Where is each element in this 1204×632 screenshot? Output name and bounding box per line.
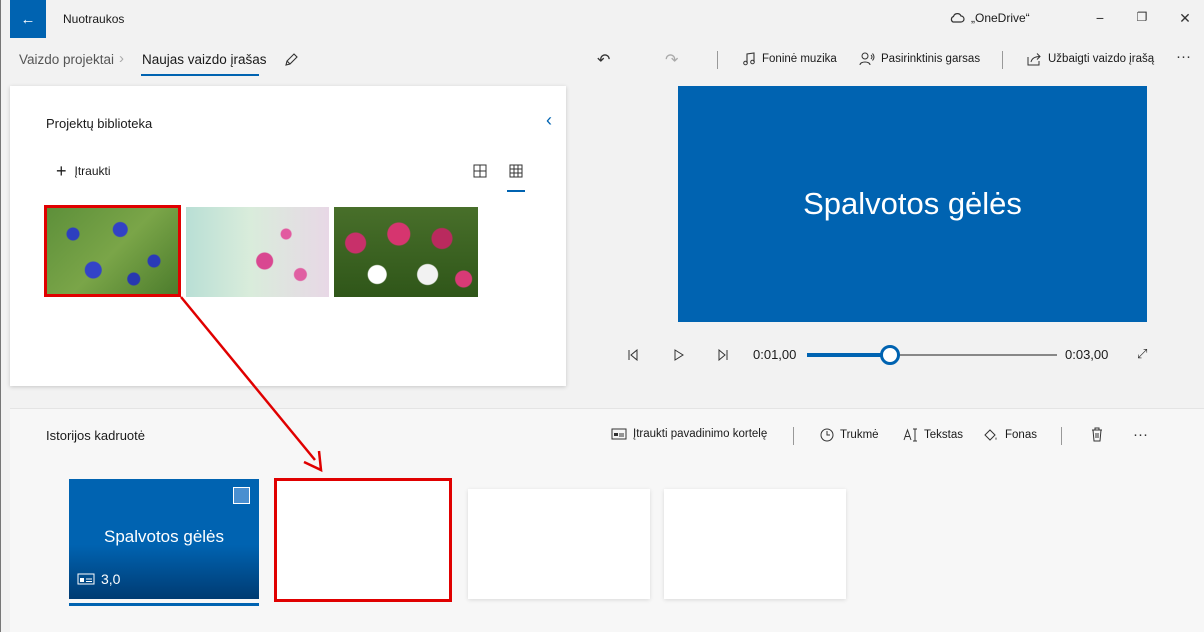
active-view-underline: [507, 190, 525, 192]
person-audio-icon: [859, 52, 875, 66]
pencil-edit-icon[interactable]: [283, 52, 299, 68]
card-duration: 3,0: [77, 571, 120, 587]
duration-label: Trukmė: [840, 429, 879, 441]
card-select-checkbox[interactable]: [233, 487, 250, 504]
preview-title-text: Spalvotos gėlės: [803, 186, 1022, 221]
large-grid-view-icon[interactable]: [473, 164, 487, 178]
minimize-button[interactable]: −: [1090, 10, 1110, 26]
current-time: 0:01,00: [753, 347, 797, 362]
total-time: 0:03,00: [1065, 347, 1109, 362]
text-button[interactable]: Tekstas: [902, 428, 963, 442]
add-media-button[interactable]: + Įtraukti: [56, 161, 111, 181]
add-title-card-button[interactable]: Įtraukti pavadinimo kortelę: [611, 428, 767, 440]
add-media-label: Įtraukti: [74, 164, 111, 178]
breadcrumb-chevron-icon: ›: [119, 50, 124, 67]
selected-card-indicator: [69, 603, 259, 606]
storyboard-empty-slot[interactable]: [664, 489, 846, 599]
redo-icon[interactable]: ↷: [665, 50, 678, 70]
toolbar-separator: [1002, 51, 1003, 69]
duration-button[interactable]: Trukmė: [820, 428, 879, 442]
project-library-title: Projektų biblioteka: [46, 116, 153, 131]
title-card-icon: [611, 428, 627, 440]
plus-icon: +: [56, 161, 67, 181]
seek-slider-handle[interactable]: [879, 345, 900, 365]
toolbar-separator: [717, 51, 718, 69]
onedrive-label: „OneDrive“: [971, 11, 1030, 25]
storyboard-title-card[interactable]: Spalvotos gėlės 3,0: [69, 479, 259, 599]
undo-icon[interactable]: ↶: [597, 50, 610, 70]
fullscreen-icon[interactable]: ⤢: [1137, 346, 1147, 362]
storyboard-title: Istorijos kadruotė: [46, 428, 145, 443]
storyboard-more-icon[interactable]: ···: [1133, 426, 1148, 443]
share-export-icon: [1027, 53, 1041, 66]
background-label: Fonas: [1005, 429, 1037, 441]
video-preview[interactable]: Spalvotos gėlės: [678, 86, 1147, 322]
title-card-icon: [77, 573, 95, 585]
custom-audio-button[interactable]: Pasirinktinis garsas: [859, 52, 980, 66]
background-music-button[interactable]: Foninė muzika: [742, 52, 837, 66]
background-music-label: Foninė muzika: [762, 53, 837, 65]
text-label: Tekstas: [924, 429, 963, 441]
seek-slider[interactable]: [807, 345, 1057, 365]
trash-icon[interactable]: [1091, 427, 1103, 442]
play-icon[interactable]: [673, 349, 685, 361]
onedrive-status[interactable]: „OneDrive“: [949, 11, 1030, 25]
breadcrumb-video-projects[interactable]: Vaizdo projektai: [19, 52, 114, 67]
toolbar: Vaizdo projektai › Naujas vaizdo įrašas …: [1, 38, 1204, 84]
title-card-text: Spalvotos gėlės: [103, 527, 225, 546]
back-button[interactable]: ←: [10, 0, 46, 38]
small-grid-view-icon[interactable]: [509, 164, 523, 178]
storyboard-drop-slot-highlighted[interactable]: [274, 478, 452, 602]
app-window: ← Nuotraukos „OneDrive“ − ❐ ✕ Vaizdo pro…: [0, 0, 1204, 632]
breadcrumb-underline: [141, 74, 259, 76]
add-title-card-label: Įtraukti pavadinimo kortelę: [633, 428, 768, 440]
storyboard-empty-slot[interactable]: [468, 489, 650, 599]
collapse-chevron-icon[interactable]: ‹: [546, 110, 552, 131]
cloud-icon: [950, 13, 965, 23]
project-library-panel: Projektų biblioteka ‹ + Įtraukti: [10, 86, 566, 386]
finish-video-label: Užbaigti vaizdo įrašą: [1048, 53, 1155, 65]
close-button[interactable]: ✕: [1175, 10, 1195, 27]
finish-video-button[interactable]: Užbaigti vaizdo įrašą: [1027, 52, 1154, 66]
music-note-icon: [743, 52, 755, 66]
storyboard-separator: [1061, 427, 1062, 445]
custom-audio-label: Pasirinktinis garsas: [881, 53, 981, 65]
selection-highlight: [44, 205, 181, 297]
background-button[interactable]: Fonas: [983, 428, 1037, 442]
card-duration-value: 3,0: [101, 571, 121, 587]
text-icon: [903, 428, 917, 442]
breadcrumb-new-video[interactable]: Naujas vaizdo įrašas: [142, 52, 267, 67]
maximize-button[interactable]: ❐: [1132, 10, 1152, 24]
app-title: Nuotraukos: [63, 12, 125, 26]
more-options-icon[interactable]: ···: [1176, 48, 1191, 65]
back-arrow-icon: ←: [20, 10, 36, 28]
title-bar: ← Nuotraukos „OneDrive“ − ❐ ✕: [1, 0, 1204, 38]
clock-icon: [820, 428, 834, 442]
paint-bucket-icon: [984, 429, 997, 441]
storyboard-separator: [793, 427, 794, 445]
media-thumbnail-daisies[interactable]: [334, 207, 478, 297]
next-frame-icon[interactable]: [717, 349, 729, 361]
previous-frame-icon[interactable]: [627, 349, 639, 361]
seek-slider-fill: [807, 353, 890, 357]
media-thumbnail-pink-blossoms[interactable]: [186, 207, 329, 297]
